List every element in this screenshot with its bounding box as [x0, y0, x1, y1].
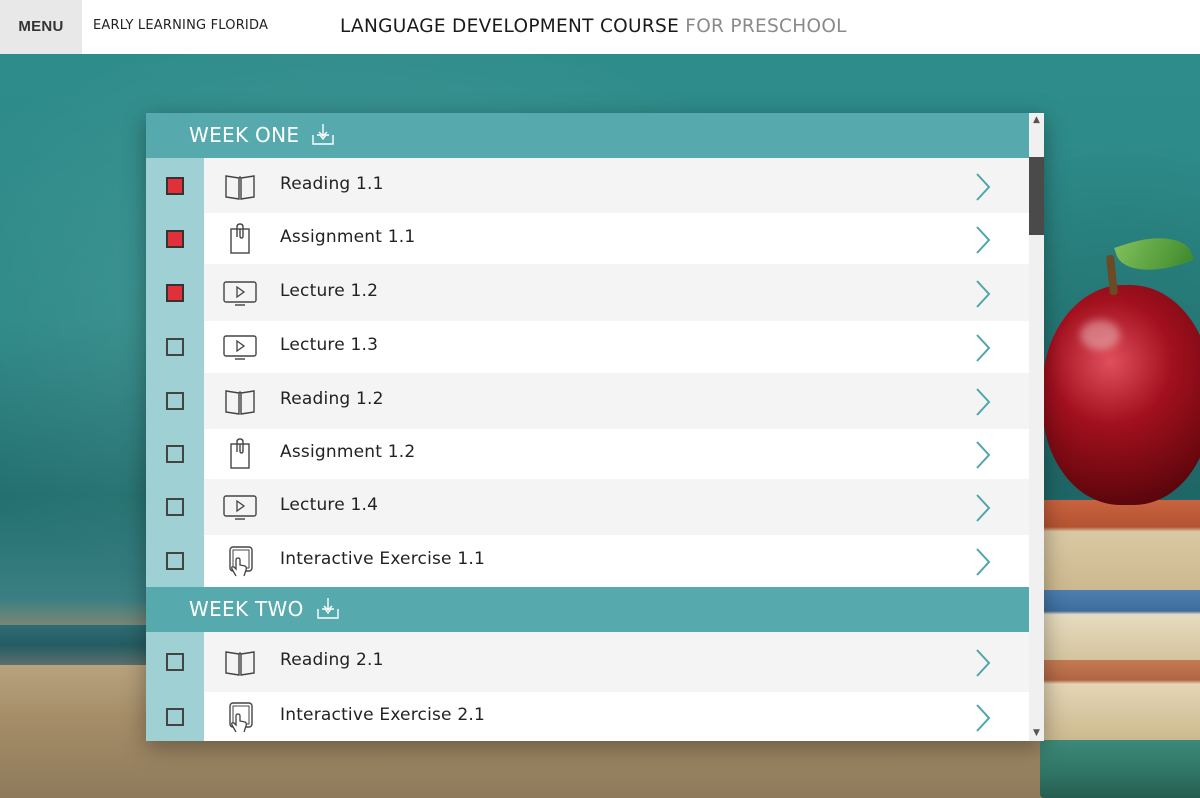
item-body[interactable]: Assignment 1.1 [204, 213, 1029, 264]
course-title-main: LANGUAGE DEVELOPMENT COURSE [340, 16, 680, 37]
week-header: WEEK TWO [146, 587, 1029, 632]
chevron-right-icon[interactable] [974, 440, 992, 470]
scroll-down-arrow[interactable]: ▼ [1029, 726, 1044, 741]
menu-button[interactable]: MENU [0, 0, 82, 54]
completion-checkbox[interactable] [166, 392, 184, 410]
chevron-right-icon[interactable] [974, 648, 992, 678]
item-label: Reading 1.1 [280, 173, 384, 194]
download-icon[interactable] [316, 596, 340, 620]
completion-checkbox[interactable] [166, 229, 184, 248]
open-book-icon [222, 170, 258, 202]
list-item[interactable]: Interactive Exercise 1.1 [146, 535, 1029, 587]
item-label: Assignment 1.1 [280, 226, 416, 247]
list-item[interactable]: Reading 2.1 [146, 632, 1029, 692]
list-item[interactable]: Lecture 1.2 [146, 264, 1029, 321]
list-item[interactable]: Reading 1.1 [146, 158, 1029, 213]
item-body[interactable]: Lecture 1.4 [204, 479, 1029, 535]
completion-checkbox[interactable] [166, 498, 184, 516]
completion-checkbox[interactable] [166, 445, 184, 463]
download-icon[interactable] [311, 122, 335, 146]
checkbox-column [146, 373, 204, 429]
clipboard-clip-icon [222, 438, 258, 470]
item-body[interactable]: Interactive Exercise 1.1 [204, 535, 1029, 587]
item-label: Assignment 1.2 [280, 442, 416, 462]
list-item[interactable]: Lecture 1.3 [146, 321, 1029, 373]
checkbox-column [146, 692, 204, 741]
item-label: Lecture 1.4 [280, 495, 379, 515]
course-title-audience: FOR PRESCHOOL [685, 16, 847, 37]
item-body[interactable]: Assignment 1.2 [204, 429, 1029, 479]
completion-checkbox[interactable] [166, 653, 184, 671]
list-item[interactable]: Assignment 1.1 [146, 213, 1029, 264]
chevron-right-icon[interactable] [974, 333, 992, 363]
completion-checkbox[interactable] [166, 176, 184, 195]
scroll-thumb[interactable] [1029, 157, 1044, 235]
books-stack-image [1040, 470, 1200, 798]
item-label: Lecture 1.3 [280, 335, 379, 355]
org-name[interactable]: EARLY LEARNING FLORIDA [93, 18, 268, 33]
course-title: LANGUAGE DEVELOPMENT COURSE FOR PRESCHOO… [340, 16, 847, 37]
completion-checkbox[interactable] [166, 707, 184, 726]
checkbox-column [146, 429, 204, 479]
item-label: Interactive Exercise 2.1 [280, 704, 485, 725]
week-title: WEEK ONE [189, 123, 300, 147]
item-body[interactable]: Reading 2.1 [204, 632, 1029, 692]
item-body[interactable]: Lecture 1.2 [204, 264, 1029, 321]
top-bar: MENU EARLY LEARNING FLORIDA LANGUAGE DEV… [0, 0, 1200, 54]
chevron-right-icon[interactable] [974, 547, 992, 577]
touch-tablet-icon [222, 701, 258, 733]
completion-checkbox[interactable] [166, 338, 184, 356]
chevron-right-icon[interactable] [974, 172, 992, 202]
item-label: Lecture 1.2 [280, 280, 379, 301]
completion-checkbox[interactable] [166, 552, 184, 570]
video-play-icon [222, 491, 258, 523]
item-body[interactable]: Lecture 1.3 [204, 321, 1029, 373]
completion-checkbox[interactable] [166, 283, 184, 302]
week-header: WEEK ONE [146, 113, 1029, 158]
chevron-right-icon[interactable] [974, 387, 992, 417]
checkbox-column [146, 535, 204, 587]
item-body[interactable]: Reading 1.2 [204, 373, 1029, 429]
scrollbar[interactable]: ▲ ▼ [1029, 113, 1044, 741]
checkbox-column [146, 213, 204, 264]
chevron-right-icon[interactable] [974, 703, 992, 733]
list-item[interactable]: Reading 1.2 [146, 373, 1029, 429]
touch-tablet-icon [222, 545, 258, 577]
chevron-right-icon[interactable] [974, 279, 992, 309]
clipboard-clip-icon [222, 222, 258, 255]
checkbox-column [146, 321, 204, 373]
checkbox-column [146, 264, 204, 321]
item-label: Interactive Exercise 1.1 [280, 549, 485, 569]
checkbox-column [146, 632, 204, 692]
list-item[interactable]: Assignment 1.2 [146, 429, 1029, 479]
item-body[interactable]: Interactive Exercise 2.1 [204, 692, 1029, 741]
item-label: Reading 2.1 [280, 650, 384, 670]
chevron-right-icon[interactable] [974, 493, 992, 523]
chevron-right-icon[interactable] [974, 225, 992, 255]
item-label: Reading 1.2 [280, 389, 384, 409]
video-play-icon [222, 331, 258, 363]
item-body[interactable]: Reading 1.1 [204, 158, 1029, 213]
checkbox-column [146, 158, 204, 213]
list-item[interactable]: Interactive Exercise 2.1 [146, 692, 1029, 741]
checkbox-column [146, 479, 204, 535]
open-book-icon [222, 646, 258, 678]
course-outline-panel: ▲ ▼ WEEK ONE Reading 1.1 Assignment 1.1 Lec… [146, 113, 1044, 741]
video-play-icon [222, 277, 258, 309]
scroll-up-arrow[interactable]: ▲ [1029, 113, 1044, 128]
week-title: WEEK TWO [189, 597, 304, 621]
apple-image [1042, 285, 1200, 505]
list-item[interactable]: Lecture 1.4 [146, 479, 1029, 535]
open-book-icon [222, 385, 258, 417]
